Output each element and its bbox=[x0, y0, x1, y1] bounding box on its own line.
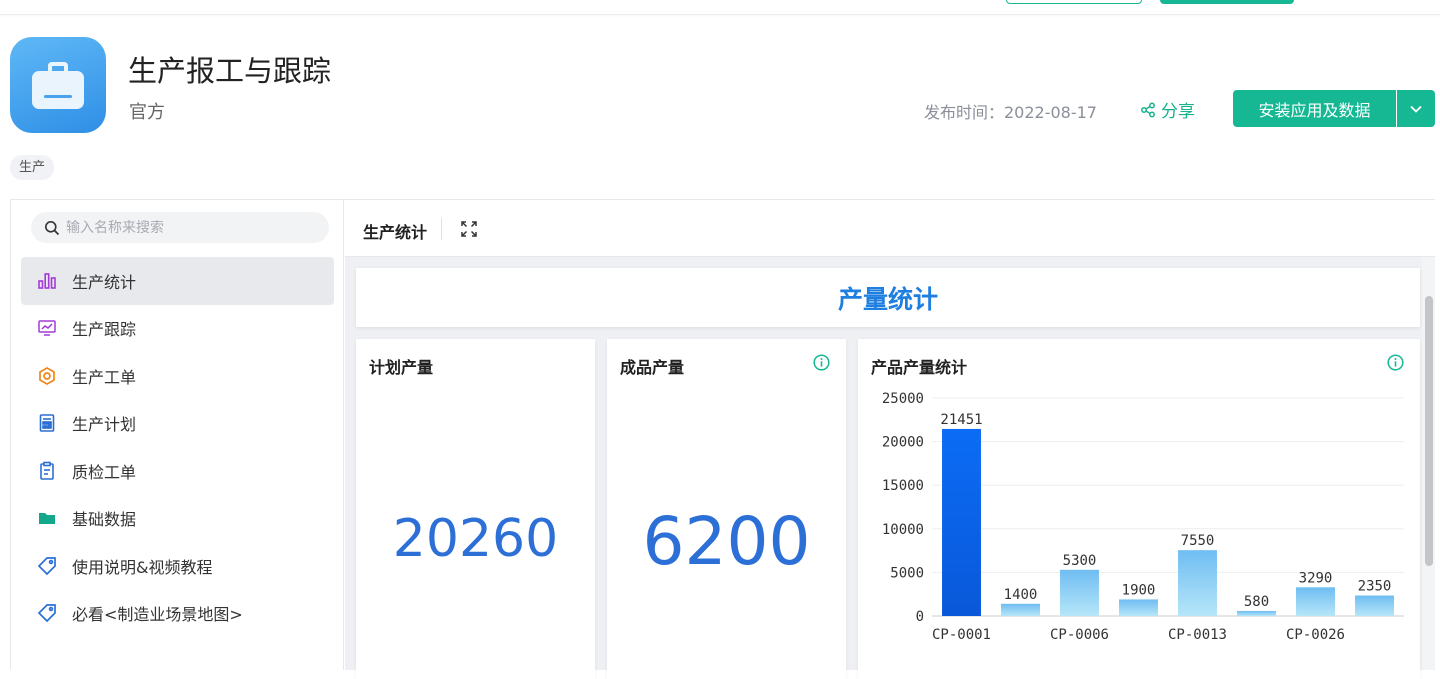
tag-icon bbox=[37, 603, 57, 623]
sidebar-item-0[interactable]: 生产统计 bbox=[21, 257, 334, 305]
monitor-chart-icon bbox=[37, 318, 57, 338]
bar-value-label: 7550 bbox=[1181, 533, 1215, 549]
tab-bar: 生产统计 bbox=[345, 200, 1435, 257]
folder-icon bbox=[37, 508, 57, 528]
x-tick-label: CP-0013 bbox=[1168, 627, 1227, 643]
sidebar-item-1[interactable]: 生产跟踪 bbox=[21, 305, 334, 353]
product-output-bar-chart: 0 5000 10000 15000 20000 25000 21451 CP-0001 140… bbox=[882, 391, 1404, 643]
publish-date: 发布时间：2022-08-17 bbox=[924, 103, 1097, 122]
search-box[interactable] bbox=[31, 212, 329, 243]
planned-output-card: 计划产量 20260 bbox=[356, 339, 595, 679]
y-tick-label: 0 bbox=[916, 609, 924, 625]
bar-value-label: 21451 bbox=[940, 412, 982, 428]
sidebar-item-4[interactable]: 质检工单 bbox=[21, 447, 334, 495]
sidebar-item-label: 必看<制造业场景地图> bbox=[72, 605, 243, 625]
install-dropdown-button[interactable] bbox=[1397, 90, 1435, 127]
top-bar bbox=[0, 0, 1440, 15]
top-filled-button[interactable] bbox=[1160, 0, 1294, 4]
install-button[interactable]: 安装应用及数据 bbox=[1233, 90, 1396, 127]
app-icon bbox=[10, 37, 106, 133]
search-input[interactable] bbox=[66, 219, 306, 236]
bar bbox=[1237, 610, 1276, 616]
banner-title: 产量统计 bbox=[356, 268, 1420, 327]
app-subtitle: 官方 bbox=[129, 102, 165, 123]
bar bbox=[1296, 587, 1335, 616]
y-tick-label: 25000 bbox=[882, 391, 924, 407]
bar-chart-icon bbox=[37, 271, 57, 291]
planned-output-value: 20260 bbox=[392, 509, 559, 569]
tab-production-stats[interactable]: 生产统计 bbox=[363, 219, 427, 243]
bar-value-label: 580 bbox=[1244, 594, 1269, 610]
chevron-down-icon bbox=[1410, 105, 1422, 113]
fullscreen-icon[interactable] bbox=[460, 220, 478, 238]
sidebar-item-6[interactable]: 使用说明&视频教程 bbox=[21, 542, 334, 590]
finished-output-card: 成品产量 6200 bbox=[607, 339, 846, 679]
y-tick-label: 10000 bbox=[882, 522, 924, 538]
sidebar-item-label: 生产工单 bbox=[72, 367, 137, 387]
y-tick-label: 15000 bbox=[882, 478, 924, 494]
sidebar-item-label: 使用说明&视频教程 bbox=[72, 557, 213, 577]
sidebar-item-label: 生产跟踪 bbox=[72, 320, 137, 340]
x-tick-label: CP-0026 bbox=[1286, 627, 1345, 643]
sidebar-item-label: 基础数据 bbox=[72, 510, 137, 530]
scrollbar-thumb[interactable] bbox=[1425, 296, 1433, 566]
bar bbox=[1001, 603, 1040, 616]
sidebar-item-label: 生产计划 bbox=[72, 415, 137, 435]
sidebar-item-2[interactable]: 生产工单 bbox=[21, 352, 334, 400]
x-tick-label: CP-0006 bbox=[1050, 627, 1109, 643]
share-icon bbox=[1141, 102, 1155, 117]
bar bbox=[1119, 599, 1158, 616]
info-icon[interactable] bbox=[813, 354, 830, 371]
sidebar-item-label: 生产统计 bbox=[72, 272, 137, 292]
bar-value-label: 1400 bbox=[1004, 587, 1038, 603]
tab-divider bbox=[441, 218, 442, 240]
main-panel: 生产统计 产量统计 计划产量 20260 成品产量 6200 产品产量统计 0 … bbox=[345, 200, 1435, 679]
sidebar-item-5[interactable]: 基础数据 bbox=[21, 495, 334, 543]
calculator-icon bbox=[37, 413, 57, 433]
product-output-chart-card: 产品产量统计 0 5000 10000 15000 20000 25000 21451 CP-… bbox=[858, 339, 1420, 679]
bar bbox=[1355, 595, 1394, 616]
bar bbox=[1178, 550, 1217, 616]
share-label: 分享 bbox=[1161, 102, 1195, 122]
sidebar-item-label: 质检工单 bbox=[72, 462, 137, 482]
briefcase-icon bbox=[32, 71, 84, 109]
sidebar-item-3[interactable]: 生产计划 bbox=[21, 400, 334, 448]
bar bbox=[1060, 569, 1099, 616]
finished-output-value: 6200 bbox=[642, 503, 811, 580]
bar bbox=[942, 428, 981, 616]
top-outline-button[interactable] bbox=[1006, 0, 1142, 4]
sidebar: 生产统计生产跟踪生产工单生产计划质检工单基础数据使用说明&视频教程必看<制造业场… bbox=[11, 200, 344, 670]
bar-value-label: 2350 bbox=[1358, 579, 1392, 595]
share-button[interactable]: 分享 bbox=[1140, 97, 1195, 122]
bar-value-label: 5300 bbox=[1063, 553, 1097, 569]
search-icon bbox=[45, 220, 60, 235]
bar-value-label: 1900 bbox=[1122, 582, 1156, 598]
app-title: 生产报工与跟踪 bbox=[128, 54, 332, 88]
sidebar-item-7[interactable]: 必看<制造业场景地图> bbox=[21, 590, 334, 638]
bar-value-label: 3290 bbox=[1299, 570, 1333, 586]
sidebar-menu: 生产统计生产跟踪生产工单生产计划质检工单基础数据使用说明&视频教程必看<制造业场… bbox=[21, 257, 334, 637]
hexagon-icon bbox=[37, 366, 57, 386]
card-title: 计划产量 bbox=[369, 358, 434, 377]
y-tick-label: 5000 bbox=[890, 565, 924, 581]
tag-icon bbox=[37, 556, 57, 576]
x-tick-label: CP-0001 bbox=[932, 627, 991, 643]
y-tick-label: 20000 bbox=[882, 435, 924, 451]
briefcase-line bbox=[44, 95, 72, 98]
card-title: 成品产量 bbox=[620, 358, 685, 377]
app-workspace: 生产统计生产跟踪生产工单生产计划质检工单基础数据使用说明&视频教程必看<制造业场… bbox=[10, 199, 1435, 679]
clipboard-icon bbox=[37, 461, 57, 481]
category-tag[interactable]: 生产 bbox=[10, 155, 55, 180]
